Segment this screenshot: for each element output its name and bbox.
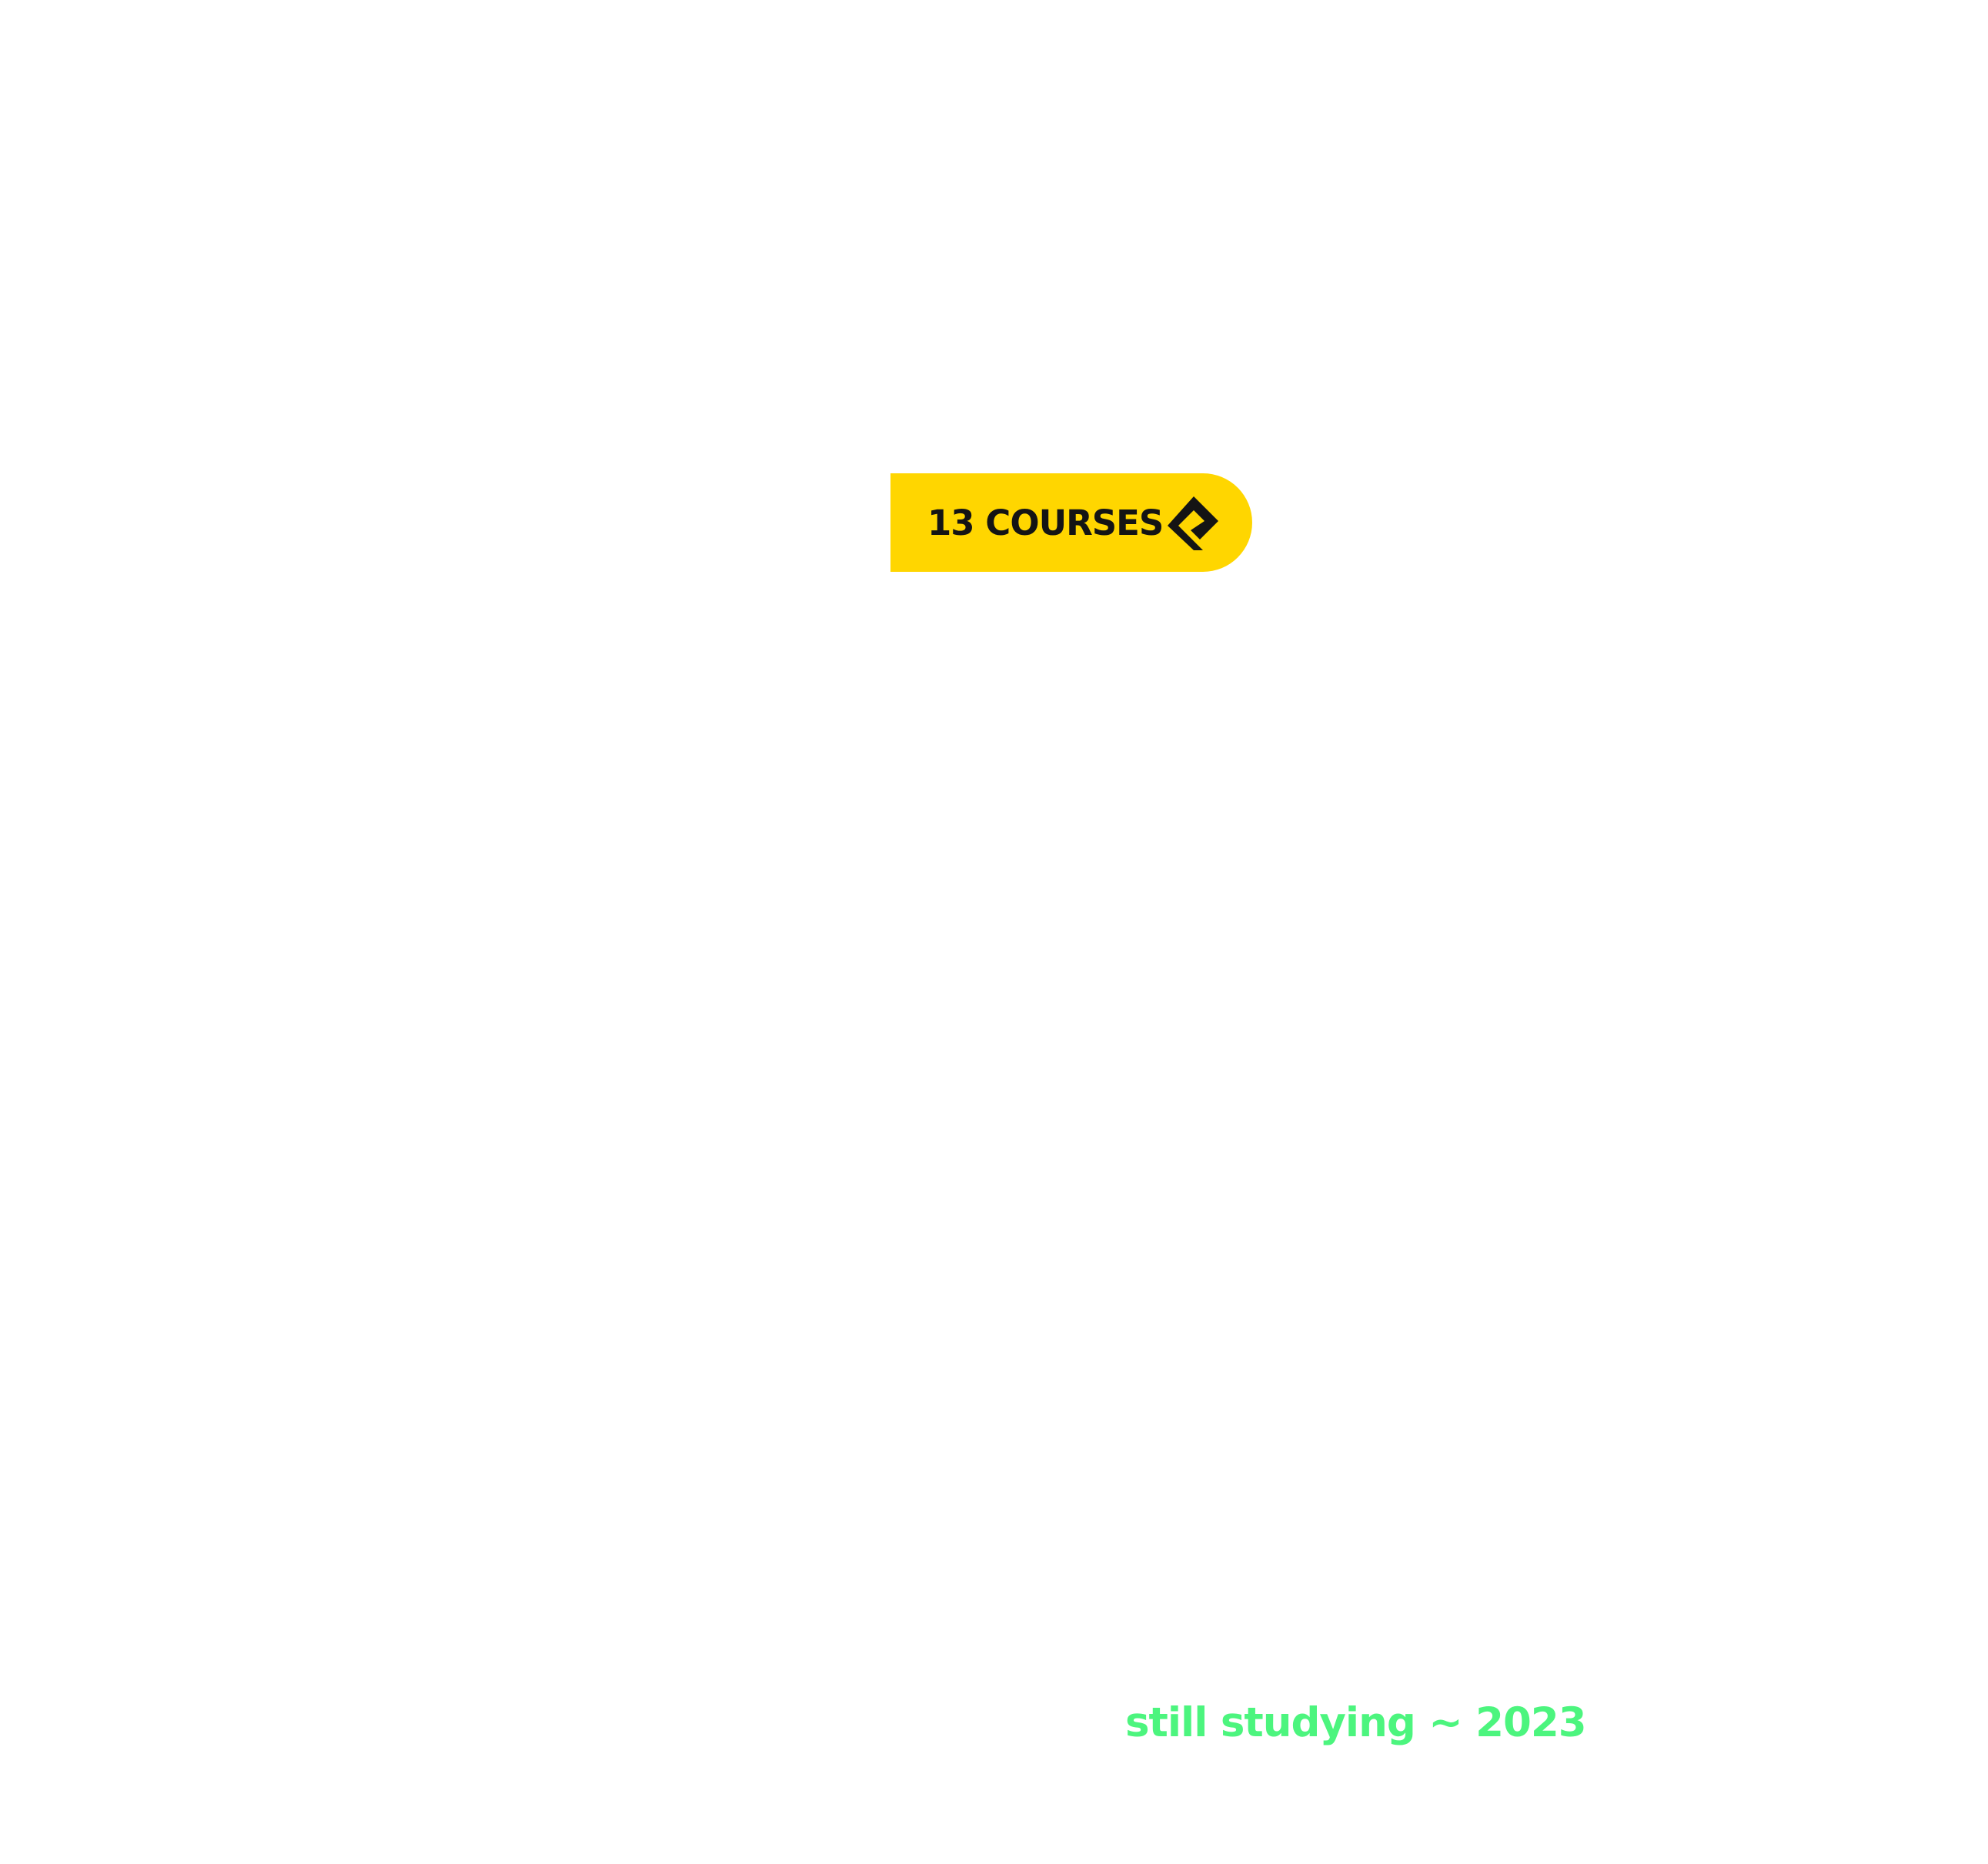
courses-count-label: 13 COURSES — [927, 502, 1164, 543]
courses-badge: 13 COURSES — [890, 473, 1252, 572]
study-status-text: still studying ~ 2023 — [1125, 1699, 1587, 1746]
diamond-logo-icon — [1160, 489, 1228, 556]
